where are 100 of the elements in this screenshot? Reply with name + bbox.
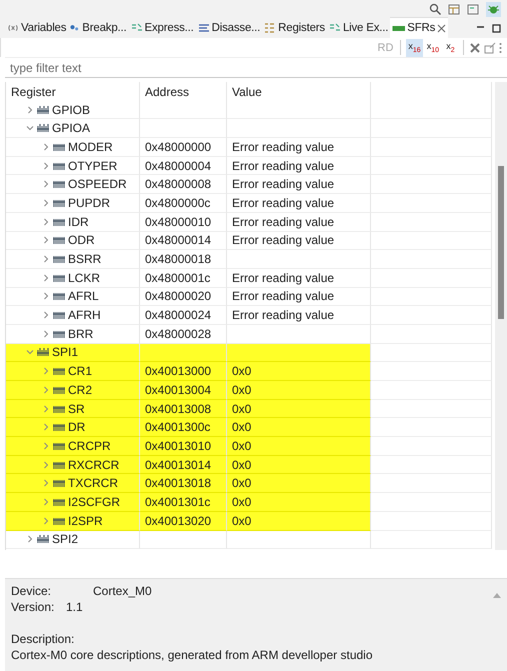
register-name-cell[interactable]: I2SPR <box>6 512 140 530</box>
value-cell: Error reading value <box>227 194 371 213</box>
register-name: OSPEEDR <box>68 177 127 192</box>
window-icon[interactable] <box>467 2 480 16</box>
description-label: Description: <box>11 631 74 647</box>
address-cell: 0x4001300c <box>140 418 227 438</box>
view-tab[interactable]: Variables <box>6 17 68 38</box>
value-cell: Error reading value <box>227 288 371 306</box>
register-icon <box>53 216 65 227</box>
register-name-cell[interactable]: CR2 <box>6 381 140 400</box>
register-name: I2SPR <box>68 514 103 528</box>
register-name-cell[interactable]: CRCPR <box>6 437 140 456</box>
register-name: TXCRCR <box>68 476 118 490</box>
register-name: DR <box>68 420 86 434</box>
bug-icon[interactable] <box>486 2 501 16</box>
register-name: LCKR <box>68 270 100 285</box>
peripheral-icon <box>37 534 49 544</box>
tab-label: Registers <box>278 22 325 34</box>
register-name: CR2 <box>68 382 92 397</box>
register-name-cell[interactable]: OTYPER <box>6 156 140 176</box>
register-name-cell[interactable]: AFRH <box>6 306 140 325</box>
value-cell: 0x0 <box>227 418 371 438</box>
maximize-icon[interactable] <box>492 24 501 32</box>
register-icon <box>53 366 65 376</box>
scrollbar-thumb[interactable] <box>498 166 504 319</box>
register-name-cell[interactable]: I2SCFGR <box>6 493 140 512</box>
register-icon <box>53 198 65 208</box>
address-cell: 0x40013004 <box>140 381 227 400</box>
register-name: GPIOB <box>52 102 90 117</box>
register-name-cell[interactable]: BRR <box>6 324 140 344</box>
address-cell: 0x4800001c <box>140 268 227 288</box>
register-name: BSRR <box>68 252 102 266</box>
register-name: CR1 <box>68 364 92 378</box>
register-name: ODR <box>68 233 95 248</box>
export-icon[interactable] <box>484 42 496 54</box>
register-name-cell[interactable]: DR <box>6 418 140 438</box>
search-icon[interactable] <box>429 2 442 16</box>
value-cell: 0x0 <box>227 362 371 381</box>
value-cell: 0x0 <box>227 437 371 456</box>
address-cell: 0x48000010 <box>140 212 227 232</box>
value-cell: Error reading value <box>227 156 371 176</box>
registers-icon <box>264 22 276 34</box>
number-format-button[interactable]: x$_{10}$ <box>424 38 441 56</box>
register-name-cell[interactable]: ODR <box>6 232 140 250</box>
register-icon <box>53 254 65 264</box>
view-tab[interactable]: Disasse... <box>196 17 262 38</box>
register-name-cell[interactable]: SPI2 <box>6 530 140 550</box>
number-format-button[interactable]: x$_{2}$ <box>443 38 458 56</box>
tab-label: SFRs <box>407 22 436 34</box>
address-cell: 0x40013020 <box>140 512 227 530</box>
view-tab[interactable]: Registers <box>262 17 327 38</box>
register-icon <box>53 384 65 395</box>
address-cell: 0x4001301c <box>140 493 227 512</box>
value-cell: Error reading value <box>227 232 371 250</box>
register-name: CRCPR <box>68 438 111 453</box>
register-icon <box>53 235 65 246</box>
register-name-cell[interactable]: RXCRCR <box>6 456 140 474</box>
address-cell: 0x40013014 <box>140 456 227 474</box>
view-tab[interactable]: Express... <box>128 17 196 38</box>
register-name-cell[interactable]: PUPDR <box>6 194 140 213</box>
address-cell: 0x48000024 <box>140 306 227 325</box>
register-name-cell[interactable]: TXCRCR <box>6 474 140 494</box>
register-name-cell[interactable]: OSPEEDR <box>6 175 140 194</box>
register-name-cell[interactable]: GPIOB <box>6 100 140 120</box>
close-icon[interactable] <box>437 24 446 32</box>
register-icon <box>53 179 65 190</box>
view-tab[interactable]: SFRs <box>390 17 448 38</box>
address-cell: 0x40013018 <box>140 474 227 494</box>
address-cell: 0x48000014 <box>140 232 227 250</box>
perspective-icon[interactable] <box>448 2 461 16</box>
value-cell: 0x0 <box>227 493 371 512</box>
register-icon <box>53 440 65 451</box>
register-name-cell[interactable]: AFRL <box>6 288 140 306</box>
register-name: OTYPER <box>68 158 118 173</box>
tab-label: Variables <box>21 22 66 34</box>
device-label: Device: <box>11 583 52 599</box>
register-icon <box>53 328 65 339</box>
register-name-cell[interactable]: MODER <box>6 138 140 157</box>
register-name-cell[interactable]: LCKR <box>6 268 140 288</box>
register-name-cell[interactable]: GPIOA <box>6 119 140 138</box>
number-format-button[interactable]: x$_{16}$ <box>406 38 423 56</box>
more-icon[interactable] <box>498 42 503 54</box>
tab-label: Live Ex... <box>342 22 388 34</box>
view-tab[interactable]: Live Ex... <box>326 17 390 38</box>
value-cell: Error reading value <box>227 175 371 194</box>
register-icon <box>53 310 65 320</box>
register-name-cell[interactable]: BSRR <box>6 250 140 269</box>
address-cell: 0x40013000 <box>140 362 227 381</box>
filter-field[interactable]: type filter text <box>5 57 507 78</box>
device-value: Cortex_M0 <box>93 583 152 599</box>
view-tab[interactable]: Breakp... <box>68 17 129 38</box>
scroll-up-icon[interactable] <box>493 592 501 598</box>
register-name-cell[interactable]: SPI1 <box>6 344 140 362</box>
scrollbar[interactable] <box>495 82 507 550</box>
register-name-cell[interactable]: IDR <box>6 212 140 232</box>
register-icon <box>53 291 65 302</box>
register-name: BRR <box>68 326 94 341</box>
value-cell: Error reading value <box>227 268 371 288</box>
register-name-cell[interactable]: SR <box>6 400 140 418</box>
register-name-cell[interactable]: CR1 <box>6 362 140 381</box>
